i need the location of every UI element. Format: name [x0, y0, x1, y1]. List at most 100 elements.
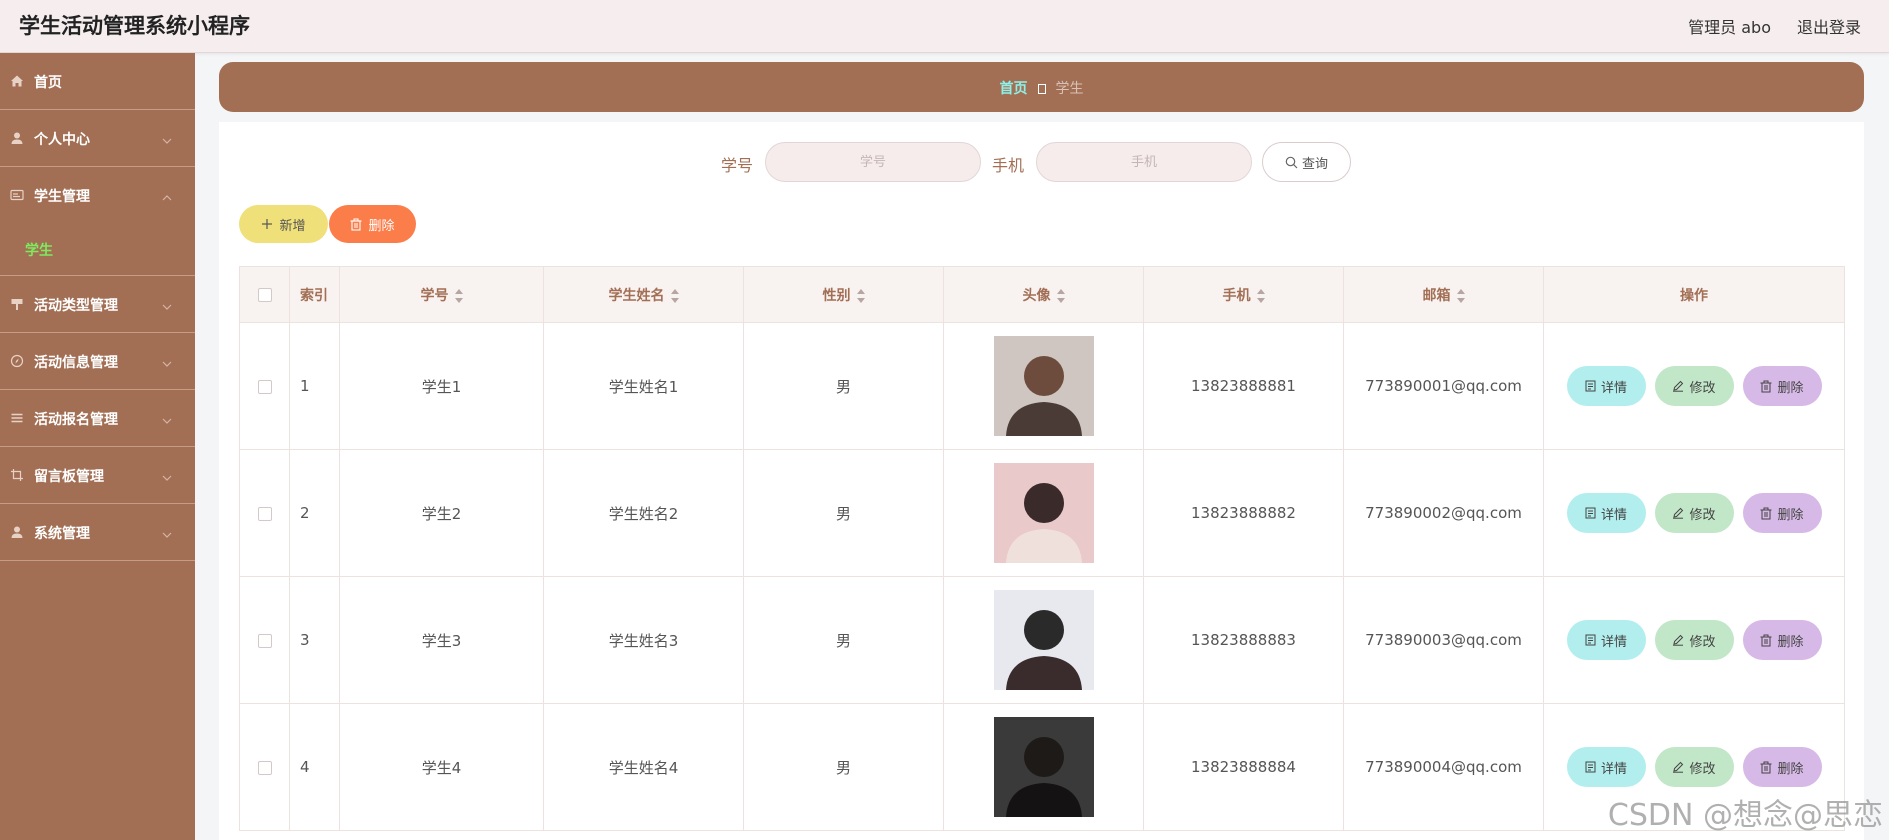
sidebar-item-activity-info[interactable]: 活动信息管理 — [0, 333, 195, 390]
add-button[interactable]: 新增 — [239, 205, 328, 243]
row-student-name: 学生姓名1 — [543, 322, 744, 450]
sort-icon[interactable] — [1456, 288, 1465, 303]
trash-icon — [1760, 380, 1772, 392]
column-header-student-no[interactable]: 学号 — [339, 266, 544, 323]
plus-icon — [262, 219, 273, 229]
row-actions-cell: 详情 修改 删除 — [1543, 576, 1845, 704]
row-student-no: 学生3 — [339, 576, 544, 704]
avatar[interactable] — [993, 336, 1094, 436]
row-select-cell — [239, 449, 290, 577]
delete-button[interactable]: 删除 — [1742, 493, 1822, 533]
row-gender: 男 — [743, 703, 944, 831]
avatar[interactable] — [993, 463, 1094, 563]
row-index: 2 — [289, 449, 340, 577]
student-table: 索引 学号 学生姓名 性别 头像 手机 邮箱 操作 1 学生1 学生姓名1 男 … — [239, 266, 1845, 831]
sidebar: 首页 个人中心 学生管理 学生 活动类型管理 活动信息管理 活动报名管理 留言板… — [0, 53, 195, 840]
row-phone: 13823888883 — [1143, 576, 1344, 704]
detail-button[interactable]: 详情 — [1566, 366, 1646, 406]
query-button-label: 查询 — [1301, 156, 1328, 172]
home-icon — [9, 73, 25, 89]
sidebar-item-home[interactable]: 首页 — [0, 53, 195, 110]
chevron-down-icon — [161, 412, 173, 424]
row-phone: 13823888882 — [1143, 449, 1344, 577]
detail-button[interactable]: 详情 — [1566, 747, 1646, 787]
avatar[interactable] — [993, 590, 1094, 690]
logout-link[interactable]: 退出登录 — [1797, 14, 1861, 38]
batch-delete-button[interactable]: 删除 — [329, 205, 416, 243]
row-avatar-cell — [943, 703, 1144, 831]
column-header-email[interactable]: 邮箱 — [1343, 266, 1544, 323]
column-header-label: 手机 — [1222, 287, 1251, 304]
trash-icon — [1760, 761, 1772, 773]
sort-icon[interactable] — [1056, 288, 1065, 303]
query-button[interactable]: 查询 — [1262, 142, 1351, 182]
delete-button-label: 删除 — [1777, 379, 1804, 395]
breadcrumb-home-link[interactable]: 首页 — [1000, 81, 1028, 97]
sidebar-item-message-board[interactable]: 留言板管理 — [0, 447, 195, 504]
row-select-cell — [239, 703, 290, 831]
column-header-label: 学号 — [420, 287, 449, 304]
select-all-checkbox[interactable] — [257, 287, 272, 302]
student-no-input[interactable] — [765, 142, 981, 182]
chevron-down-icon — [161, 355, 173, 367]
sidebar-item-activity-type[interactable]: 活动类型管理 — [0, 276, 195, 333]
edit-button-label: 修改 — [1689, 760, 1716, 776]
detail-button[interactable]: 详情 — [1566, 493, 1646, 533]
delete-button-label: 删除 — [1777, 506, 1804, 522]
sort-icon[interactable] — [1256, 288, 1265, 303]
pencil-icon — [1673, 507, 1684, 519]
row-student-name: 学生姓名2 — [543, 449, 744, 577]
detail-button-label: 详情 — [1600, 633, 1627, 649]
sort-icon[interactable] — [856, 288, 865, 303]
delete-button[interactable]: 删除 — [1742, 366, 1822, 406]
document-icon — [1585, 634, 1596, 646]
row-gender: 男 — [743, 576, 944, 704]
row-email: 773890001@qq.com — [1343, 322, 1544, 450]
edit-button[interactable]: 修改 — [1654, 747, 1734, 787]
row-index: 4 — [289, 703, 340, 831]
column-header-gender[interactable]: 性别 — [743, 266, 944, 323]
row-checkbox[interactable] — [257, 379, 272, 394]
sidebar-item-label: 活动报名管理 — [34, 412, 118, 428]
edit-button-label: 修改 — [1689, 379, 1716, 395]
edit-button[interactable]: 修改 — [1654, 493, 1734, 533]
sort-icon[interactable] — [670, 288, 679, 303]
row-checkbox[interactable] — [257, 760, 272, 775]
sidebar-item-activity-registration[interactable]: 活动报名管理 — [0, 390, 195, 447]
sidebar-item-profile[interactable]: 个人中心 — [0, 110, 195, 167]
add-button-label: 新增 — [279, 217, 306, 233]
avatar[interactable] — [993, 717, 1094, 817]
row-checkbox[interactable] — [257, 633, 272, 648]
phone-input[interactable] — [1036, 142, 1252, 182]
select-all-cell — [239, 266, 290, 323]
row-actions: 详情 修改 删除 — [1544, 493, 1844, 533]
edit-button-label: 修改 — [1689, 506, 1716, 522]
delete-button[interactable]: 删除 — [1742, 747, 1822, 787]
detail-button[interactable]: 详情 — [1566, 620, 1646, 660]
row-actions: 详情 修改 删除 — [1544, 620, 1844, 660]
row-avatar-cell — [943, 576, 1144, 704]
sort-icon[interactable] — [454, 288, 463, 303]
sidebar-subitem-student[interactable]: 学生 — [0, 224, 195, 276]
row-student-name: 学生姓名3 — [543, 576, 744, 704]
sidebar-item-system[interactable]: 系统管理 — [0, 504, 195, 561]
column-header-avatar[interactable]: 头像 — [943, 266, 1144, 323]
delete-button-label: 删除 — [1777, 633, 1804, 649]
column-header-phone[interactable]: 手机 — [1143, 266, 1344, 323]
phone-label: 手机 — [992, 156, 1025, 175]
pencil-icon — [1673, 380, 1684, 392]
delete-button-label: 删除 — [1777, 760, 1804, 776]
row-checkbox[interactable] — [257, 506, 272, 521]
sidebar-item-student-management[interactable]: 学生管理 — [0, 167, 195, 224]
edit-button[interactable]: 修改 — [1654, 620, 1734, 660]
student-no-label: 学号 — [721, 156, 754, 175]
delete-button[interactable]: 删除 — [1742, 620, 1822, 660]
table-header-row: 索引 学号 学生姓名 性别 头像 手机 邮箱 操作 — [239, 266, 1845, 323]
signpost-icon — [9, 296, 25, 312]
column-header-name[interactable]: 学生姓名 — [543, 266, 744, 323]
row-student-name: 学生姓名4 — [543, 703, 744, 831]
chevron-down-icon — [161, 298, 173, 310]
admin-user-label: 管理员 abo — [1688, 18, 1771, 37]
sidebar-item-label: 学生管理 — [34, 189, 90, 205]
edit-button[interactable]: 修改 — [1654, 366, 1734, 406]
